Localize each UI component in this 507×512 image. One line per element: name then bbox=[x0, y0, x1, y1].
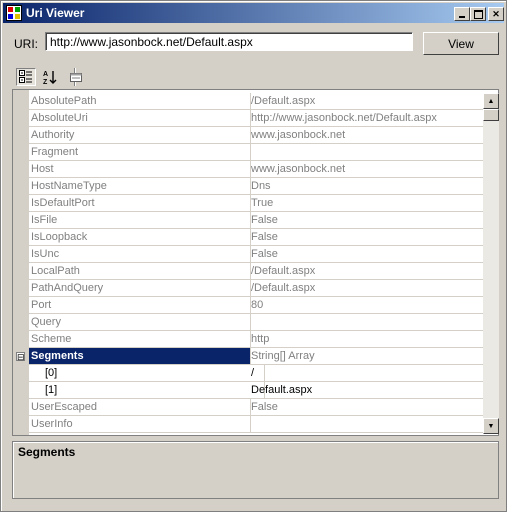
property-row[interactable]: LocalPath/Default.aspx bbox=[29, 263, 483, 280]
property-row[interactable]: IsFile False bbox=[29, 212, 483, 229]
view-button[interactable]: View bbox=[423, 32, 499, 55]
vertical-scrollbar[interactable]: ▲ ▼ bbox=[483, 93, 499, 434]
uri-viewer-window: Uri Viewer ✕ URI: View bbox=[0, 0, 507, 512]
close-icon: ✕ bbox=[492, 8, 500, 19]
property-name: PathAndQuery bbox=[29, 280, 251, 296]
minimize-button[interactable] bbox=[454, 7, 470, 21]
property-row[interactable]: Fragment bbox=[29, 144, 483, 161]
property-value[interactable] bbox=[249, 416, 485, 432]
property-value[interactable] bbox=[249, 144, 485, 160]
property-value[interactable]: String[] Array bbox=[249, 348, 485, 364]
property-row[interactable]: IsUnc False bbox=[29, 246, 483, 263]
property-pages-icon bbox=[70, 73, 82, 82]
property-row[interactable]: IsDefaultPort True bbox=[29, 195, 483, 212]
property-row[interactable]: AbsolutePath/Default.aspx bbox=[29, 93, 483, 110]
property-name: Query bbox=[29, 314, 251, 330]
property-value[interactable]: http://www.jasonbock.net/Default.aspx bbox=[249, 110, 485, 126]
property-value[interactable]: /Default.aspx bbox=[249, 280, 485, 296]
uri-label: URI: bbox=[14, 37, 38, 51]
help-title: Segments bbox=[18, 445, 76, 459]
property-row[interactable]: UserEscaped False bbox=[29, 399, 483, 416]
maximize-button[interactable] bbox=[470, 7, 486, 21]
property-name: UserEscaped bbox=[29, 399, 251, 415]
property-value[interactable]: /Default.aspx bbox=[249, 93, 485, 109]
minimize-icon bbox=[459, 15, 465, 18]
property-name: LocalPath bbox=[29, 263, 251, 279]
property-name: IsFile bbox=[29, 212, 251, 228]
property-value[interactable]: Dns bbox=[249, 178, 485, 194]
property-name: UserInfo bbox=[29, 416, 251, 432]
property-row[interactable]: ⊟ Segments String[] Array bbox=[16, 348, 485, 365]
property-name: IsDefaultPort bbox=[29, 195, 251, 211]
property-grid-toolbar: A Z bbox=[12, 65, 499, 89]
property-value[interactable]: http bbox=[249, 331, 485, 347]
uri-input[interactable] bbox=[45, 32, 413, 51]
title-bar[interactable]: Uri Viewer ✕ bbox=[3, 3, 504, 23]
property-grid: AbsolutePath/Default.aspx AbsoluteUri http… bbox=[12, 89, 499, 436]
property-name: HostNameType bbox=[29, 178, 251, 194]
property-row[interactable]: Query bbox=[29, 314, 483, 331]
scroll-up-arrow-icon: ▲ bbox=[487, 97, 495, 105]
property-value[interactable]: True bbox=[249, 195, 485, 211]
property-value[interactable]: Default.aspx bbox=[249, 382, 485, 398]
property-name: AbsolutePath bbox=[29, 93, 251, 109]
property-row[interactable]: HostNameType Dns bbox=[29, 178, 483, 195]
property-value[interactable]: False bbox=[249, 212, 485, 228]
property-name: Fragment bbox=[29, 144, 251, 160]
property-name: Authority bbox=[29, 127, 251, 143]
property-row[interactable]: Authority www.jasonbock.net bbox=[29, 127, 483, 144]
property-pages-button[interactable] bbox=[66, 68, 86, 86]
maximize-icon bbox=[473, 9, 483, 19]
property-name: Host bbox=[29, 161, 251, 177]
close-button[interactable]: ✕ bbox=[488, 7, 504, 21]
svg-text:Z: Z bbox=[43, 79, 48, 85]
app-window-icon bbox=[6, 5, 22, 21]
scroll-down-arrow-icon: ▼ bbox=[487, 422, 495, 430]
property-row[interactable]: PathAndQuery/Default.aspx bbox=[29, 280, 483, 297]
categorized-button[interactable] bbox=[16, 68, 36, 86]
property-row[interactable]: Host www.jasonbock.net bbox=[29, 161, 483, 178]
svg-text:A: A bbox=[43, 71, 48, 78]
scroll-up-button[interactable]: ▲ bbox=[483, 93, 499, 109]
alphabetical-button[interactable]: A Z bbox=[40, 68, 60, 86]
property-name: Scheme bbox=[29, 331, 251, 347]
property-value[interactable] bbox=[249, 314, 485, 330]
scroll-thumb[interactable] bbox=[483, 109, 499, 121]
property-value[interactable]: 80 bbox=[249, 297, 485, 313]
property-value[interactable]: / bbox=[249, 365, 485, 381]
property-value[interactable]: False bbox=[249, 246, 485, 262]
property-name: [0] bbox=[29, 365, 265, 381]
property-row[interactable]: [0] / bbox=[29, 365, 483, 382]
property-value[interactable]: False bbox=[249, 399, 485, 415]
property-row[interactable]: [1] Default.aspx bbox=[29, 382, 483, 399]
property-value[interactable]: www.jasonbock.net bbox=[249, 161, 485, 177]
property-row[interactable]: Scheme http bbox=[29, 331, 483, 348]
collapse-icon[interactable]: ⊟ bbox=[16, 352, 25, 362]
grid-margin bbox=[13, 90, 29, 435]
categorized-icon bbox=[19, 70, 32, 83]
property-value[interactable]: /Default.aspx bbox=[249, 263, 485, 279]
property-row[interactable]: UserInfo bbox=[29, 416, 483, 433]
property-value[interactable]: False bbox=[249, 229, 485, 245]
property-name: IsUnc bbox=[29, 246, 251, 262]
property-row[interactable]: AbsoluteUri http://www.jasonbock.net/Defa… bbox=[29, 110, 483, 127]
property-name: [1] bbox=[29, 382, 265, 398]
help-pane: Segments bbox=[12, 441, 499, 499]
property-name: Port bbox=[29, 297, 251, 313]
property-name: AbsoluteUri bbox=[29, 110, 251, 126]
property-rows: AbsolutePath/Default.aspx AbsoluteUri http… bbox=[16, 93, 485, 433]
scroll-down-button[interactable]: ▼ bbox=[483, 418, 499, 434]
property-value[interactable]: www.jasonbock.net bbox=[249, 127, 485, 143]
property-row[interactable]: Port 80 bbox=[29, 297, 483, 314]
property-name: Segments bbox=[29, 348, 251, 364]
property-row[interactable]: IsLoopback False bbox=[29, 229, 483, 246]
alphabetical-sort-icon: A Z bbox=[43, 71, 57, 85]
window-title: Uri Viewer bbox=[26, 6, 85, 20]
property-name: IsLoopback bbox=[29, 229, 251, 245]
